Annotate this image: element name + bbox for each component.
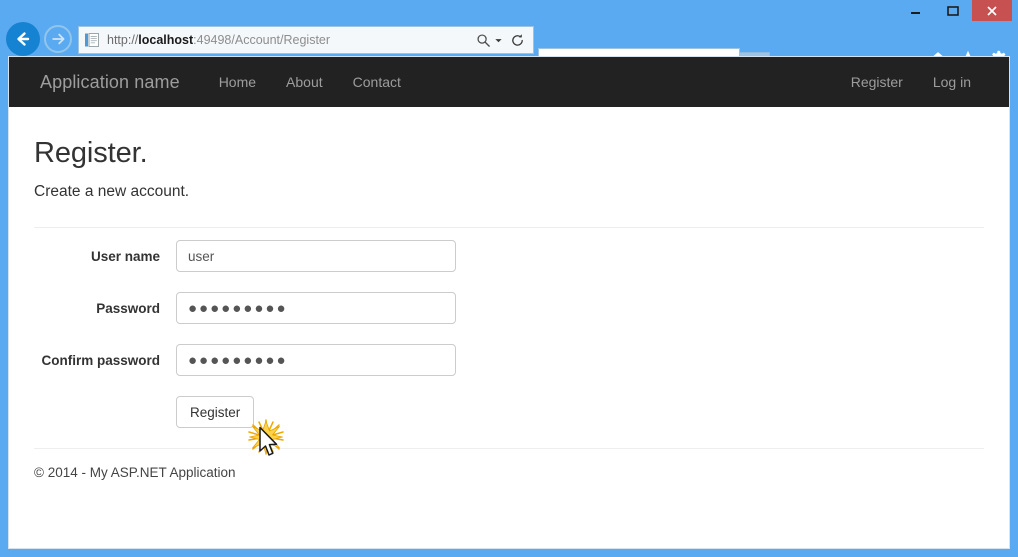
nav-link-about[interactable]: About [271,57,338,107]
nav-link-login[interactable]: Log in [918,57,986,107]
forward-button[interactable] [44,25,72,53]
window-minimize-button[interactable] [896,0,934,21]
form-row-password: Password [34,292,984,324]
browser-navigation-bar: http://localhost:49498/Account/Register [0,22,1018,78]
window-close-icon [987,5,997,16]
form-row-confirm-password: Confirm password [34,344,984,376]
footer-divider [34,448,984,449]
chevron-down-icon [495,38,502,42]
window-titlebar [0,0,1018,22]
refresh-icon [512,33,523,46]
window-close-button[interactable] [972,0,1012,21]
footer-copyright: © 2014 - My ASP.NET Application [34,465,236,480]
register-submit-button[interactable]: Register [176,396,255,428]
url-host: localhost [138,33,194,47]
nav-link-contact[interactable]: Contact [338,57,416,107]
forward-arrow-icon [52,33,65,45]
window-minimize-icon [910,12,920,14]
search-magnifier-icon [477,33,490,47]
page-subtitle: Create a new account. [34,183,190,200]
content-divider [34,227,984,228]
browser-window: http://localhost:49498/Account/Register [0,0,1018,557]
confirm-password-field[interactable] [176,344,456,376]
password-label: Password [96,301,160,316]
address-search-button[interactable] [474,33,507,48]
username-label: User name [90,249,160,264]
navbar-right-group: Register Log in [836,57,986,107]
nav-link-home[interactable]: Home [204,57,271,107]
url-path: :49498/Account/Register [193,33,331,47]
password-field[interactable] [176,292,456,324]
confirm-password-label: Confirm password [41,353,160,368]
url-scheme: http:// [107,33,139,47]
nav-link-register[interactable]: Register [836,57,918,107]
register-form: User name Password Confirm password Regi… [34,240,984,428]
page-body: Register. Create a new account. User nam… [9,137,1009,428]
address-bar[interactable]: http://localhost:49498/Account/Register [78,26,534,54]
refresh-button[interactable] [507,33,533,48]
form-row-submit: Register [34,396,984,428]
back-button[interactable] [6,22,40,56]
username-field[interactable] [176,240,456,272]
url-text: http://localhost:49498/Account/Register [107,33,474,47]
page-document-icon [85,33,99,47]
window-maximize-button[interactable] [934,0,972,21]
form-row-username: User name [34,240,984,272]
site-navbar: Application name Home About Contact Regi… [9,57,1009,107]
window-maximize-icon [947,5,959,16]
navbar-left-group: Application name Home About Contact [9,57,416,107]
back-arrow-icon [17,32,30,46]
page-viewport: Application name Home About Contact Regi… [8,56,1010,549]
page-title: Register. [34,137,148,169]
navbar-brand[interactable]: Application name [40,72,180,93]
